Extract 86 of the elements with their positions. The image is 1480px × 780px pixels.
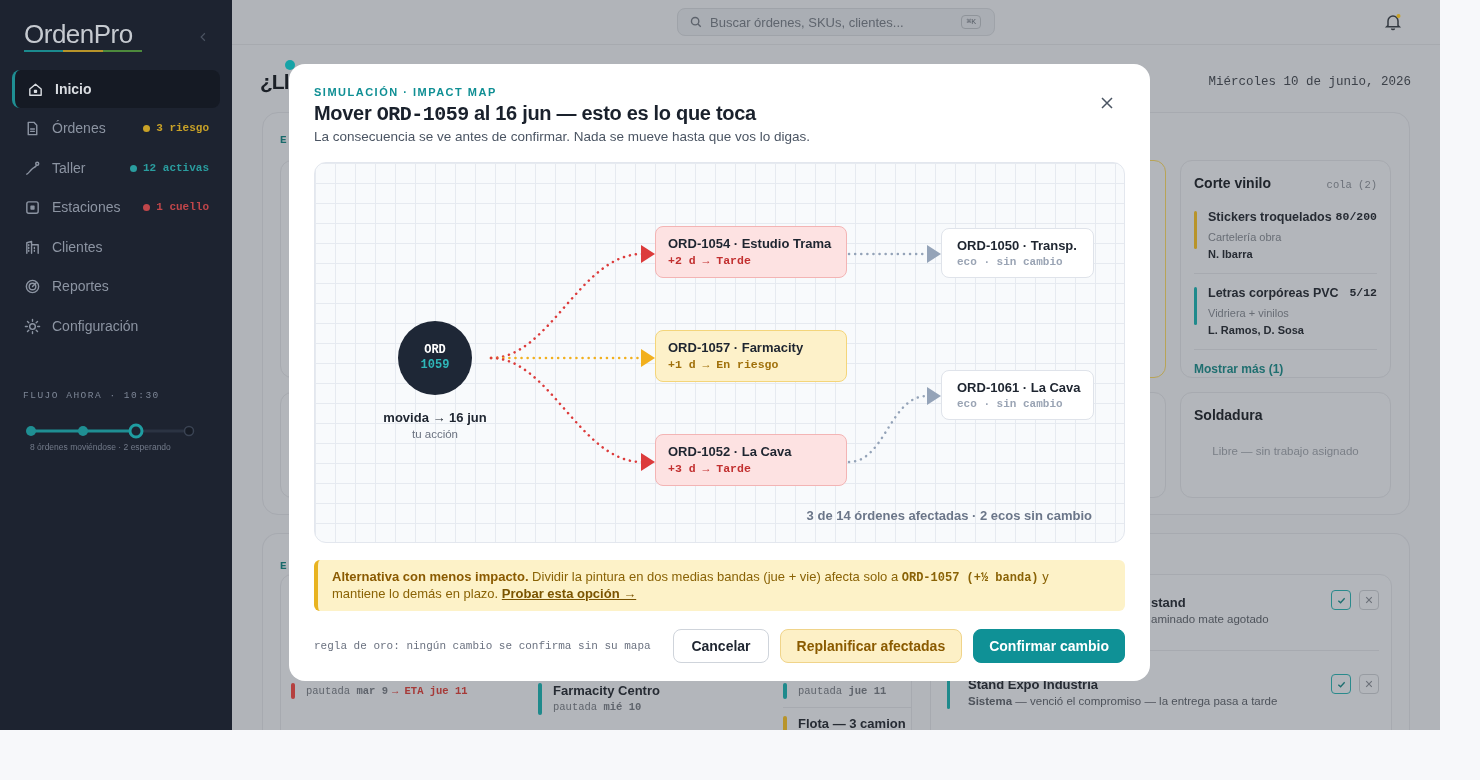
alternative-hint: Alternativa con menos impacto. Dividir la pintura en dos medias bandas (jue + vie) afecta solo a ORD-1057 (+½ banda) y mantiene lo demás en plazo. Probar esta opción → — [332, 569, 1050, 602]
alert-title: stand — [1151, 595, 1187, 611]
target-icon — [24, 278, 41, 295]
replan-button[interactable]: Replanificar afectadas — [779, 629, 963, 663]
section-label: E — [280, 560, 287, 572]
date-label: Miércoles 10 de junio, 2026 — [1208, 73, 1411, 91]
flow-caption: 8 órdenes moviéndose · 2 esperando — [29, 441, 172, 454]
job-client: Cartelería obra — [1208, 229, 1283, 245]
echo-note: eco · sin cambio — [957, 397, 1064, 412]
job-quantity: 5/12 — [1349, 284, 1377, 301]
job-quantity: 80/200 — [1335, 209, 1377, 225]
empty-state-text: Libre — sin trabajo asignado — [1211, 444, 1360, 459]
delivery-title: Farmacity Centro — [553, 683, 660, 699]
close-icon — [1365, 680, 1373, 688]
flow-label: FLUJO AHORA · 10:30 — [23, 389, 161, 403]
order-title: ORD-1050 · Transp. — [957, 237, 1078, 254]
confirm-button[interactable]: Confirmar cambio — [973, 629, 1125, 663]
check-icon — [1336, 595, 1346, 605]
badge-label: 1 cuello — [156, 200, 209, 216]
wrench-icon — [24, 159, 41, 177]
job-name: Letras corpóreas PVC — [1208, 284, 1339, 302]
order-prefix: ORD — [424, 343, 446, 358]
nav-item[interactable]: Estaciones 1 cuello — [12, 188, 220, 227]
card-title: Corte vinilo — [1194, 174, 1271, 193]
job-people: L. Ramos, D. Sosa — [1208, 323, 1305, 338]
settings-icon — [24, 317, 41, 335]
shortcut-key: ⌘K — [961, 15, 981, 29]
nav-item[interactable]: Clientes — [12, 228, 220, 266]
echo-node[interactable]: ORD-1061 · La Cava eco · sin cambio — [941, 370, 1094, 420]
try-option-link[interactable]: Probar esta opción → — [501, 586, 637, 601]
order-title: ORD-1054 · Estudio Trama — [668, 235, 833, 252]
dismiss-button[interactable] — [1359, 590, 1379, 610]
impact-effect: +2 d → Tarde — [668, 253, 752, 269]
nav-item[interactable]: Reportes — [12, 267, 220, 306]
impact-summary: 3 de 14 órdenes afectadas · 2 ecos sin cambio — [806, 506, 1092, 525]
origin-node[interactable]: ORD 1059 — [398, 321, 472, 395]
impact-node[interactable]: ORD-1052 · La Cava +3 d → Tarde — [655, 434, 847, 486]
echo-node[interactable]: ORD-1050 · Transp. eco · sin cambio — [941, 228, 1094, 278]
delivery-date: pautada jue 11 — [798, 684, 887, 699]
dismiss-button[interactable] — [1359, 674, 1379, 694]
alert-detail: Sistema — venció el compromiso — la entrega pasa a tarde — [968, 694, 1279, 709]
alert-detail: aminado mate agotado — [1151, 612, 1270, 627]
echo-note: eco · sin cambio — [957, 255, 1064, 270]
card-title: Soldadura — [1194, 406, 1264, 425]
check-icon — [1336, 679, 1346, 689]
cancel-button[interactable]: Cancelar — [673, 629, 769, 663]
job-client: Vidriera + vinilos — [1208, 305, 1290, 321]
search-icon — [690, 16, 702, 28]
station-icon — [24, 199, 41, 216]
origin-caption: movida → 16 jun — [382, 409, 488, 427]
section-label: E — [280, 134, 287, 146]
nav-item[interactable]: Configuración — [12, 307, 220, 345]
approve-button[interactable] — [1331, 674, 1351, 694]
delivery-title: Flota — 3 camion — [798, 716, 906, 730]
order-title: ORD-1052 · La Cava — [668, 443, 793, 460]
building-icon — [24, 238, 41, 256]
dialog-title: Mover ORD-1059 al 16 jun — esto es lo que toca — [314, 101, 756, 128]
origin-note: tu acción — [411, 427, 459, 442]
nav-item[interactable]: Órdenes 3 riesgo — [12, 109, 220, 148]
impact-node[interactable]: ORD-1054 · Estudio Trama +2 d → Tarde — [655, 226, 847, 278]
order-title: ORD-1057 · Farmacity — [668, 339, 805, 356]
job-people: N. Ibarra — [1208, 247, 1254, 263]
approve-button[interactable] — [1331, 590, 1351, 610]
delivery-date: pautada mar 9 — [306, 684, 388, 699]
close-button[interactable] — [1099, 95, 1115, 111]
close-icon — [1101, 97, 1113, 109]
job-name: Stickers troquelados — [1208, 209, 1332, 226]
logo: OrdenPro — [24, 20, 134, 48]
nav-item[interactable]: Inicio — [12, 70, 220, 108]
impact-effect: +1 d → En riesgo — [668, 357, 780, 373]
badge-label: 3 riesgo — [156, 121, 209, 137]
late-eta: → ETA jue 11 — [391, 684, 468, 699]
dialog-subtitle: La consecuencia se ve antes de confirmar. Nada se mueve hasta que vos lo digas. — [314, 128, 812, 146]
close-icon — [1365, 596, 1373, 604]
queue-count: cola (2) — [1326, 178, 1377, 193]
nav-item[interactable]: Taller 12 activas — [12, 149, 220, 187]
impact-node[interactable]: ORD-1057 · Farmacity +1 d → En riesgo — [655, 330, 847, 382]
notification-bell-icon[interactable] — [1384, 13, 1402, 31]
delivery-date: pautada mié 10 — [553, 700, 642, 715]
dialog-eyebrow: SIMULACIÓN · IMPACT MAP — [314, 85, 498, 99]
rule-note: regla de oro: ningún cambio se confirma sin su mapa — [314, 638, 651, 654]
badge-label: 12 activas — [143, 160, 209, 176]
collapse-icon[interactable] — [200, 32, 206, 42]
page-heading: ¿Ll — [260, 69, 289, 96]
impact-effect: +3 d → Tarde — [668, 461, 752, 477]
order-number: 1059 — [420, 358, 450, 373]
